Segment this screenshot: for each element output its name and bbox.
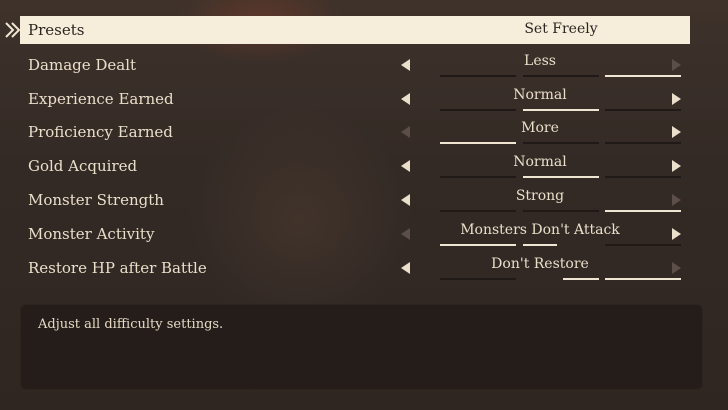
triangle-right-icon[interactable] [672,262,681,274]
level-indicator-segment [523,142,599,144]
selection-cursor-icon [5,22,21,38]
level-indicator-segment [440,75,516,77]
setting-label: Experience Earned [28,90,174,108]
level-indicator-segment [563,278,599,280]
setting-row[interactable]: Monster Activity Monsters Don't Attack [20,220,690,248]
setting-label: Proficiency Earned [28,123,173,141]
setting-label: Gold Acquired [28,157,138,175]
setting-value-selector[interactable]: Strong [420,186,681,214]
presets-label: Presets [28,21,85,39]
triangle-right-icon[interactable] [672,228,681,240]
triangle-right-icon[interactable] [672,59,681,71]
triangle-right-icon[interactable] [672,194,681,206]
level-indicator-segment [523,109,599,111]
setting-value-selector[interactable]: Normal [420,152,681,180]
setting-label: Restore HP after Battle [28,259,207,277]
level-indicator-segment [440,278,516,280]
level-indicator-segment [440,210,516,212]
level-indicator-segment [440,142,516,144]
level-indicator-segment [523,75,599,77]
setting-row[interactable]: Proficiency Earned More [20,118,690,146]
triangle-left-icon[interactable] [401,160,410,172]
level-indicator-segment [523,244,557,246]
presets-value: Set Freely [524,21,598,37]
level-indicator-segment [605,278,681,280]
setting-value: Strong [515,188,565,204]
setting-value: Normal [513,87,567,103]
level-indicator-segment [523,210,599,212]
triangle-left-icon[interactable] [401,194,410,206]
setting-label: Damage Dealt [28,56,137,74]
triangle-left-icon[interactable] [401,59,410,71]
level-indicator-segment [605,244,681,246]
description-panel: Adjust all difficulty settings. [20,304,703,390]
setting-value: Don't Restore [491,256,589,272]
setting-row[interactable]: Experience Earned Normal [20,85,690,113]
setting-value: Less [524,53,556,69]
setting-row[interactable]: Restore HP after Battle Don't Restore [20,254,690,282]
setting-row[interactable]: Monster Strength Strong [20,186,690,214]
triangle-right-icon[interactable] [672,93,681,105]
setting-value-selector[interactable]: Don't Restore [420,254,681,282]
level-indicator-segment [605,75,681,77]
triangle-right-icon[interactable] [672,126,681,138]
level-indicator-segment [440,109,516,111]
triangle-right-icon[interactable] [672,160,681,172]
setting-value-selector[interactable]: Normal [420,85,681,113]
setting-row[interactable]: Damage Dealt Less [20,51,690,79]
presets-row[interactable]: Presets Set Freely [20,16,690,44]
level-indicator-segment [440,244,516,246]
level-indicator-segment [605,109,681,111]
setting-label: Monster Strength [28,191,164,209]
setting-value-selector[interactable]: More [420,118,681,146]
triangle-left-icon[interactable] [401,262,410,274]
level-indicator-segment [605,210,681,212]
setting-value-selector[interactable]: Monsters Don't Attack [420,220,681,248]
setting-value: More [521,120,559,136]
setting-value: Monsters Don't Attack [460,222,620,238]
level-indicator-segment [605,142,681,144]
setting-row[interactable]: Gold Acquired Normal [20,152,690,180]
triangle-left-icon[interactable] [401,93,410,105]
triangle-left-icon[interactable] [401,126,410,138]
setting-value-selector[interactable]: Less [420,51,681,79]
setting-label: Monster Activity [28,225,155,243]
level-indicator-segment [440,176,516,178]
level-indicator-segment [605,176,681,178]
triangle-left-icon[interactable] [401,228,410,240]
level-indicator-segment [523,176,599,178]
setting-value: Normal [513,154,567,170]
description-text: Adjust all difficulty settings. [38,317,224,332]
